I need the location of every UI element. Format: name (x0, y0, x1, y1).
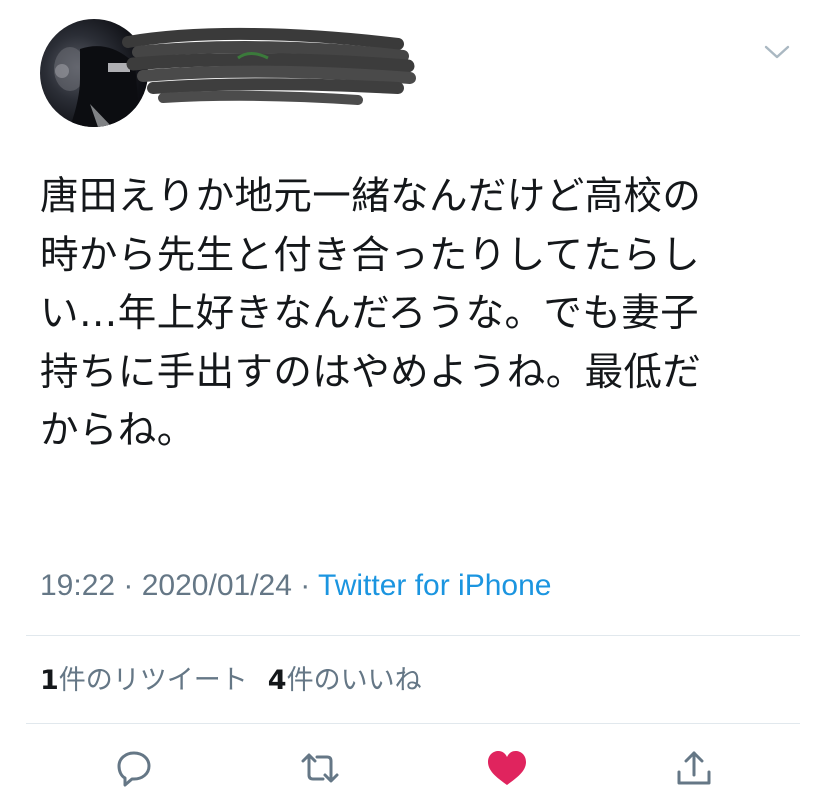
retweet-count: 1 (40, 665, 59, 696)
heart-icon (488, 751, 526, 785)
retweet-icon (301, 753, 339, 783)
like-label: 件のいいね (286, 665, 422, 696)
like-stat[interactable]: 4件のいいね (268, 665, 422, 696)
divider (26, 723, 800, 724)
tweet-source-link[interactable]: Twitter for iPhone (318, 569, 551, 602)
divider (26, 635, 800, 636)
tweet-stats: 1件のリツイート 4件のいいね (40, 662, 422, 700)
tweet-text: 唐田えりか地元一緒なんだけど高校の 時から先生と付き合ったりしてたらし い…年上… (40, 168, 800, 461)
like-button[interactable] (483, 744, 531, 792)
reply-icon (117, 751, 151, 787)
reply-button[interactable] (110, 744, 158, 792)
tweet-text-line: い…年上好きなんだろうな。でも妻子 (40, 291, 699, 336)
like-count: 4 (267, 665, 287, 696)
retweet-stat[interactable]: 1件のリツイート (40, 665, 248, 696)
share-icon (677, 751, 711, 785)
tweet-time: 19:22 (40, 569, 116, 602)
chevron-down-icon[interactable] (764, 43, 790, 61)
retweet-button[interactable] (296, 744, 344, 792)
share-button[interactable] (670, 744, 718, 792)
tweet-date[interactable]: 2020/01/24 (142, 569, 292, 602)
tweet-text-line: 時から先生と付き合ったりしてたらし (40, 232, 701, 278)
redacted-username (122, 27, 416, 105)
meta-separator: · (115, 569, 142, 602)
retweet-label: 件のリツイート (58, 665, 248, 696)
tweet-text-line: からね。 (40, 408, 196, 453)
tweet-text-line: 持ちに手出すのはやめようね。最低だ (40, 349, 702, 395)
meta-separator: · (291, 569, 319, 602)
tweet-meta: 19:22 · 2020/01/24 · Twitter for iPhone (40, 566, 551, 606)
tweet-text-line: 唐田えりか地元一緒なんだけど高校の (40, 174, 702, 219)
